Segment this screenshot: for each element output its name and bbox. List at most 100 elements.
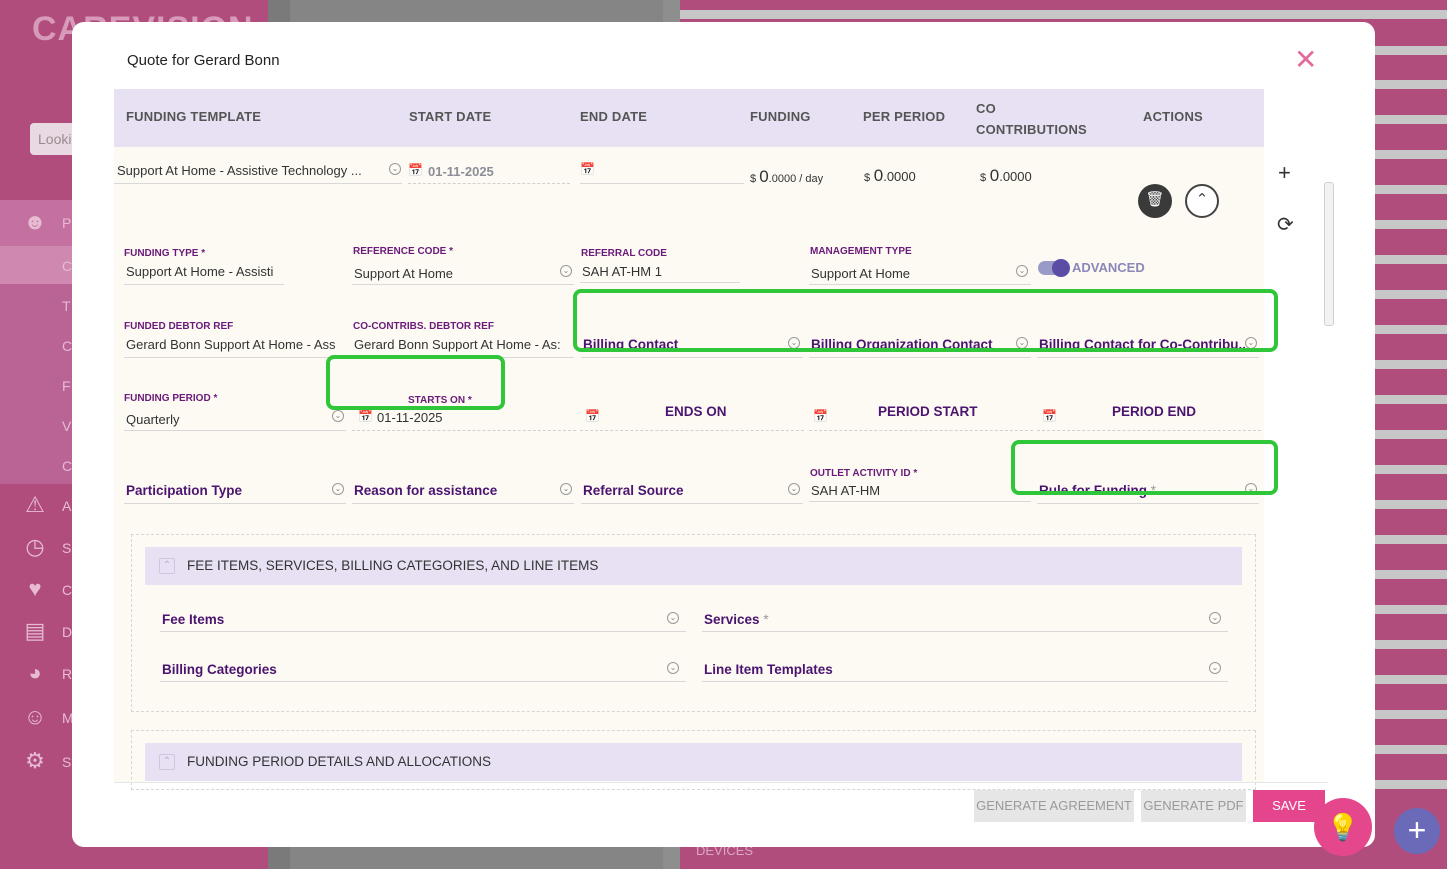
calendar-icon[interactable]: 📅 xyxy=(580,162,595,176)
chevron-down-icon[interactable]: ⌄ xyxy=(1016,265,1028,277)
funding-amount: $ 0.0000 / day xyxy=(750,167,823,187)
collapse-button[interactable]: ⌃ xyxy=(1185,184,1219,218)
funding-period-section-header[interactable]: ⌃ FUNDING PERIOD DETAILS AND ALLOCATIONS xyxy=(145,743,1242,781)
col-actions: ACTIONS xyxy=(1143,109,1203,124)
funding-value: 0 xyxy=(759,167,769,186)
billing-categories-select[interactable]: Billing Categories xyxy=(162,662,642,677)
per-period-value: 0 xyxy=(873,166,884,185)
chevron-down-icon[interactable]: ⌄ xyxy=(667,612,679,624)
sidebar-item-label: C xyxy=(62,458,73,474)
funding-template-select[interactable]: Support At Home - Assistive Technology .… xyxy=(117,163,379,178)
referral-source-select[interactable]: Referral Source xyxy=(583,483,773,498)
funding-type-input[interactable]: Support At Home - Assisti xyxy=(126,264,282,279)
calendar-icon[interactable]: 📅 xyxy=(1042,409,1057,423)
lightbulb-icon[interactable]: 💡 xyxy=(1314,798,1372,856)
co-decimals: .0000 xyxy=(999,169,1032,184)
sidebar-item-label: C xyxy=(62,582,73,598)
advanced-label: ADVANCED xyxy=(1072,260,1145,275)
co-currency: $ xyxy=(980,172,987,184)
col-co-line1: CO xyxy=(976,101,996,116)
chevron-down-icon[interactable]: ⌄ xyxy=(788,483,800,495)
sidebar-item-label: S xyxy=(62,754,72,770)
line-item-templates-select[interactable]: Line Item Templates xyxy=(704,662,1184,677)
reason-for-assistance-select[interactable]: Reason for assistance xyxy=(354,483,544,498)
sidebar-item-label: P xyxy=(62,215,72,231)
co-contributions-amount: $ 0.0000 xyxy=(980,166,1032,186)
people-icon: ☻ xyxy=(23,209,47,234)
services-label: Services xyxy=(704,612,760,627)
fee-items-section-title: FEE ITEMS, SERVICES, BILLING CATEGORIES,… xyxy=(187,558,599,573)
sync-icon[interactable]: ⟳ xyxy=(1277,212,1294,237)
col-funding-template: FUNDING TEMPLATE xyxy=(126,109,262,124)
collapse-icon[interactable]: ⌃ xyxy=(159,558,175,574)
outlet-activity-id-input[interactable]: SAH AT-HM xyxy=(811,483,1001,498)
referral-code-input[interactable]: SAH AT-HM 1 xyxy=(582,264,732,279)
fee-items-select[interactable]: Fee Items xyxy=(162,612,642,627)
calendar-icon[interactable]: 📅 xyxy=(408,163,423,177)
period-end-input[interactable]: PERIOD END xyxy=(1112,404,1196,419)
sidebar-item-label: F xyxy=(62,378,71,394)
col-co-line2: CONTRIBUTIONS xyxy=(976,122,1087,137)
funded-debtor-ref-label: FUNDED DEBTOR REF xyxy=(124,321,234,332)
trash-icon: 🗑 xyxy=(1145,191,1165,208)
highlight-starts-on xyxy=(326,355,505,410)
chevron-down-icon[interactable]: ⌄ xyxy=(332,410,344,422)
calendar-icon[interactable]: 📅 xyxy=(585,409,600,423)
generate-pdf-button[interactable]: GENERATE PDF xyxy=(1141,790,1246,822)
collapse-icon[interactable]: ⌃ xyxy=(159,754,175,770)
start-date-input[interactable]: 01-11-2025 xyxy=(428,164,494,179)
co-contribs-debtor-ref-label: CO-CONTRIBS. DEBTOR REF xyxy=(353,321,494,332)
chevron-down-icon[interactable]: ⌄ xyxy=(560,265,572,277)
generate-agreement-button[interactable]: GENERATE AGREEMENT xyxy=(974,790,1134,822)
chat-icon: ▤ xyxy=(24,618,46,643)
col-co-contributions: CO CONTRIBUTIONS xyxy=(976,98,1087,140)
calendar-icon[interactable]: 📅 xyxy=(813,409,828,423)
per-period-decimals: .0000 xyxy=(883,169,916,184)
co-value: 0 xyxy=(989,166,1000,185)
funded-debtor-ref-input[interactable]: Gerard Bonn Support At Home - Ass xyxy=(126,337,348,352)
management-type-label: MANAGEMENT TYPE xyxy=(810,246,912,257)
sidebar-item-label: C xyxy=(62,258,73,274)
outlet-activity-id-label: OUTLET ACTIVITY ID * xyxy=(810,468,918,479)
add-row-icon[interactable]: + xyxy=(1278,160,1291,186)
reference-code-select[interactable]: Support At Home xyxy=(354,266,544,281)
fee-items-section-header[interactable]: ⌃ FEE ITEMS, SERVICES, BILLING CATEGORIE… xyxy=(145,547,1242,585)
sidebar-item-label: T xyxy=(62,298,71,314)
scrollbar[interactable] xyxy=(1324,182,1334,326)
advanced-toggle[interactable] xyxy=(1038,259,1070,277)
chevron-down-icon[interactable]: ⌄ xyxy=(389,163,401,175)
warning-icon: ⚠ xyxy=(25,492,45,517)
ends-on-input[interactable]: ENDS ON xyxy=(665,404,727,419)
participation-type-select[interactable]: Participation Type xyxy=(126,483,316,498)
save-button[interactable]: SAVE xyxy=(1253,790,1325,822)
starts-on-input[interactable]: 01-11-2025 xyxy=(377,410,443,425)
delete-button[interactable]: 🗑 xyxy=(1138,184,1172,218)
chevron-down-icon[interactable]: ⌄ xyxy=(560,483,572,495)
sidebar-item-label: V xyxy=(62,418,72,434)
fee-items-section: ⌃ FEE ITEMS, SERVICES, BILLING CATEGORIE… xyxy=(131,534,1256,712)
funding-period-label: FUNDING PERIOD * xyxy=(124,393,218,404)
sidebar-item-label: R xyxy=(62,666,73,682)
period-start-input[interactable]: PERIOD START xyxy=(878,404,978,419)
modal-title: Quote for Gerard Bonn xyxy=(127,52,280,69)
gauge-icon: ◕ xyxy=(28,660,42,685)
funding-period-select[interactable]: Quarterly xyxy=(126,412,316,427)
close-icon[interactable]: ✕ xyxy=(1294,46,1317,74)
highlight-rule-for-funding xyxy=(1011,440,1278,495)
management-type-select[interactable]: Support At Home xyxy=(811,266,1001,281)
per-period-currency: $ xyxy=(864,172,871,184)
col-per-period: PER PERIOD xyxy=(863,109,946,124)
calendar-icon[interactable]: 📅 xyxy=(358,409,373,423)
footer-divider xyxy=(114,782,1328,783)
services-select[interactable]: Services * xyxy=(704,612,1184,627)
referral-code-label: REFERRAL CODE xyxy=(581,248,667,259)
col-funding: FUNDING xyxy=(750,109,811,124)
chevron-down-icon[interactable]: ⌄ xyxy=(332,483,344,495)
chevron-down-icon[interactable]: ⌄ xyxy=(1209,612,1221,624)
co-contribs-debtor-ref-input[interactable]: Gerard Bonn Support At Home - As: xyxy=(354,337,576,352)
heart-icon: ♥ xyxy=(28,576,42,601)
chevron-down-icon[interactable]: ⌄ xyxy=(1209,662,1221,674)
chevron-down-icon[interactable]: ⌄ xyxy=(667,662,679,674)
col-start-date: START DATE xyxy=(409,109,492,124)
add-fab-button[interactable]: + xyxy=(1394,808,1440,854)
